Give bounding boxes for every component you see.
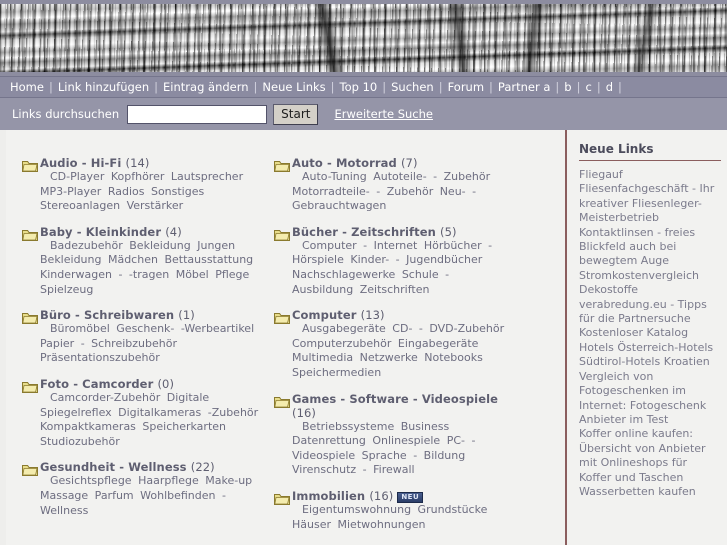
category-count: (5) [440,224,457,239]
category-count: (1) [178,308,195,323]
nav-item-b[interactable]: b [559,80,576,94]
folder-icon [22,309,38,325]
sidebar-link[interactable]: Koffer online kaufen: Übersicht von Anbi… [579,427,721,485]
category-title[interactable]: Foto - Camcorder (0) [40,377,260,391]
folder-icon [22,226,38,241]
advanced-search-link[interactable]: Erweiterte Suche [334,107,433,121]
search-input[interactable] [127,104,268,124]
page-root: Home | Link hinzufügen | Eintrag ändern | Neue… [0,0,727,545]
sidebar-link[interactable]: Kontaktlinsen - freies Blickfeld auch be… [579,226,721,269]
search-label: Links durchsuchen [12,107,120,121]
subcategory-list[interactable]: Eigentumswohnung Grundstücke Häuser Miet… [292,503,514,532]
category-title[interactable]: Immobilien (16) NEU [292,489,514,503]
category-name[interactable]: Foto - Camcorder [40,377,153,391]
category-block: Games - Software - Videospiele (16) Betri… [266,392,514,478]
category-block: Computer (13) Ausgabegeräte CD- - DVD-Zub… [266,308,514,380]
folder-icon [274,226,290,241]
folder-icon [274,157,290,172]
category-title[interactable]: Games - Software - Videospiele (16) [292,392,514,420]
category-name[interactable]: Bücher - Zeitschriften [292,225,436,239]
nav-item-suchen[interactable]: Suchen [386,80,439,94]
category-title[interactable]: Gesundheit - Wellness (22) [40,460,260,474]
folder-icon [22,378,38,393]
category-title[interactable]: Baby - Kleinkinder (4) [40,225,260,239]
category-name[interactable]: Baby - Kleinkinder [40,225,161,239]
category-column-right: Auto - Motorrad (7) Auto-Tuning Autoteile… [260,156,514,545]
category-block: Gesundheit - Wellness (22) Gesichtspflege… [14,460,260,518]
category-title[interactable]: Bücher - Zeitschriften (5) [292,225,514,239]
subcategory-list[interactable]: CD-Player Kopfhörer Lautsprecher MP3-Pla… [40,170,260,214]
nav-item-eintrag-ndern[interactable]: Eintrag ändern [158,80,254,94]
category-block: Büro - Schreibwaren (1) Büromöbel Geschen… [14,308,260,366]
folder-icon [22,157,38,172]
category-count: (14) [125,156,150,170]
category-column-left: Audio - Hi-Fi (14) CD-Player Kopfhörer La… [6,156,260,545]
folder-icon [274,490,290,505]
sidebar-link[interactable]: Fliegauf Fliesenfachgeschäft - Ihr kreat… [579,168,721,226]
new-badge: NEU [397,491,424,503]
category-block: Immobilien (16) NEU Eigentumswohnung Grund… [266,489,514,532]
sidebar-link[interactable]: Hotels Österreich-Hotels Südtirol-Hotels… [579,341,721,370]
category-name[interactable]: Audio - Hi-Fi [40,156,121,170]
sidebar-link[interactable]: Kostenloser Katalog [579,326,721,340]
category-name[interactable]: Gesundheit - Wellness [40,460,187,474]
category-title[interactable]: Computer (13) [292,308,514,322]
category-name[interactable]: Büro - Schreibwaren [40,308,174,322]
subcategory-list[interactable]: Badezubehör Bekleidung Jungen Bekleidung… [40,239,260,297]
category-block: Auto - Motorrad (7) Auto-Tuning Autoteile… [266,156,514,214]
subcategory-list[interactable]: Camcorder-Zubehör Digitale Spiegelreflex… [40,391,260,449]
category-block: Audio - Hi-Fi (14) CD-Player Kopfhörer La… [14,156,260,214]
category-block: Bücher - Zeitschriften (5) Computer - Int… [266,225,514,297]
nav-item-link-hinzuf-gen[interactable]: Link hinzufügen [53,80,154,94]
category-name[interactable]: Auto - Motorrad [292,156,397,170]
nav-item-top-10[interactable]: Top 10 [335,80,383,94]
sidebar-title: Neue Links [579,142,721,161]
category-name[interactable]: Immobilien [292,489,365,503]
category-block: Foto - Camcorder (0) Camcorder-Zubehör Di… [14,377,260,449]
main-navigation[interactable]: Home | Link hinzufügen | Eintrag ändern | Neue… [0,76,727,98]
search-bar: Links durchsuchen Start Erweiterte Suche [0,98,727,130]
category-count: (16) [292,405,317,420]
subcategory-list[interactable]: Auto-Tuning Autoteile- - Zubehör Motorra… [292,170,514,214]
subcategory-list[interactable]: Betriebssysteme Business Datenrettung On… [292,420,514,478]
nav-item-neue-links[interactable]: Neue Links [257,80,330,94]
sidebar-link[interactable]: verabredung.eu - Tipps für die Partnersu… [579,298,721,327]
category-count: (0) [157,376,175,391]
subcategory-list[interactable]: Ausgabegeräte CD- - DVD-Zubehör Computer… [292,322,514,380]
folder-icon [274,393,290,408]
search-submit-button[interactable]: Start [273,103,319,125]
category-listing: Audio - Hi-Fi (14) CD-Player Kopfhörer La… [6,130,565,545]
sidebar-link[interactable]: Wasserbetten kaufen [579,485,721,499]
nav-item-c[interactable]: c [580,80,596,94]
category-count: (22) [190,460,215,475]
sidebar-link-list: Fliegauf Fliesenfachgeschäft - Ihr kreat… [579,168,721,499]
nav-item-home[interactable]: Home [10,80,49,94]
subcategory-list[interactable]: Computer - Internet Hörbücher - Hörspiel… [292,239,514,297]
folder-icon [274,309,290,325]
category-title[interactable]: Büro - Schreibwaren (1) [40,308,260,322]
header-banner-image [0,0,727,76]
nav-separator: | [618,80,622,94]
category-block: Baby - Kleinkinder (4) Badezubehör Beklei… [14,225,260,297]
category-count: (13) [360,308,385,323]
category-title[interactable]: Audio - Hi-Fi (14) [40,156,260,170]
category-title[interactable]: Auto - Motorrad (7) [292,156,514,170]
wood-texture-cracks [0,4,727,72]
subcategory-list[interactable]: Büromöbel Geschenk- -Werbeartikel Papier… [40,322,260,366]
category-name[interactable]: Computer [292,308,357,322]
new-links-sidebar: Neue Links Fliegauf Fliesenfachgeschäft … [565,130,727,545]
nav-item-d[interactable]: d [601,80,618,94]
category-count: (4) [165,224,182,239]
content-area: Audio - Hi-Fi (14) CD-Player Kopfhörer La… [0,130,727,545]
sidebar-link[interactable]: Stromkostenvergleich [579,269,721,283]
category-name[interactable]: Games - Software - Videospiele [292,392,498,406]
sidebar-link[interactable]: Dekostoffe [579,283,721,297]
category-count: (16) [369,488,394,503]
category-count: (7) [400,156,418,170]
nav-item-forum[interactable]: Forum [443,80,489,94]
subcategory-list[interactable]: Gesichtspflege Haarpflege Make-up Massag… [40,474,260,518]
sidebar-link[interactable]: Vergleich von Fotogeschenken im Internet… [579,370,721,428]
folder-icon [22,461,38,477]
nav-item-partner-a[interactable]: Partner a [493,80,556,94]
